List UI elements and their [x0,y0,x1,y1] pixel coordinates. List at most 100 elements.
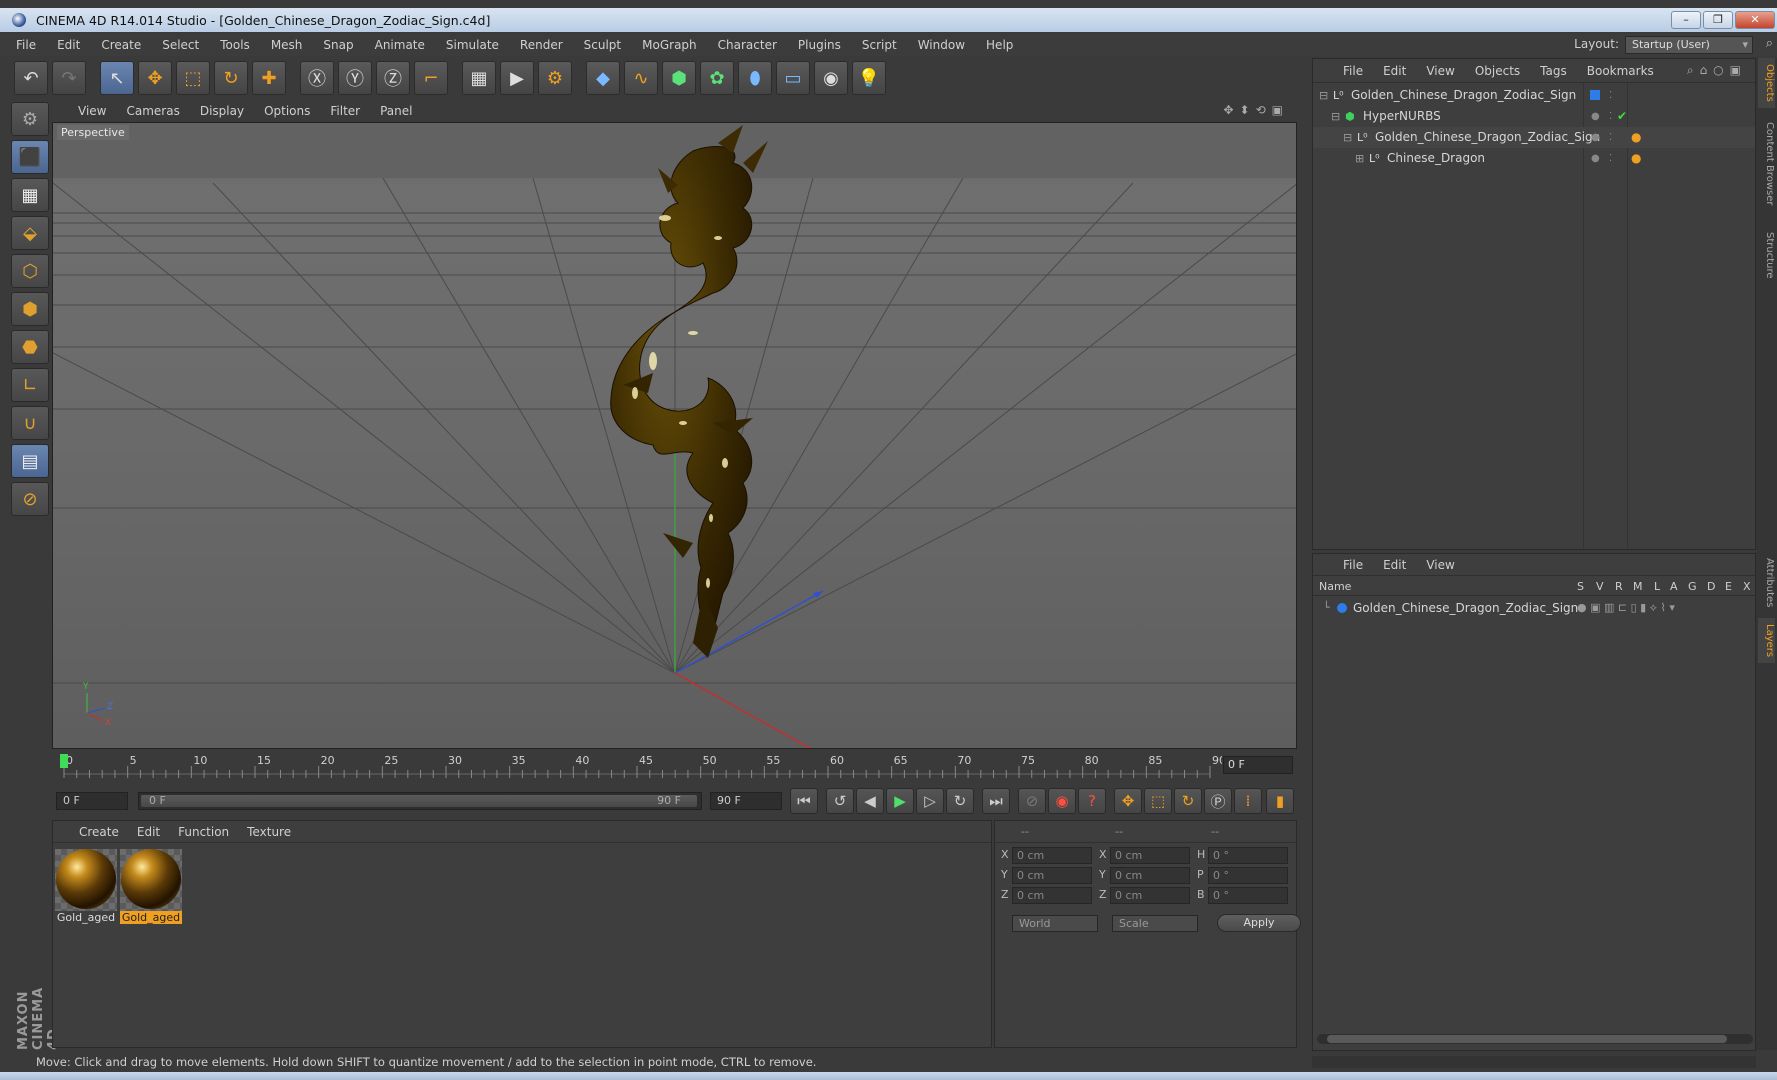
array-icon[interactable]: ✿ [700,61,734,95]
axis-mode-icon[interactable]: ∟ [11,368,49,402]
layer-col-view[interactable]: V [1596,580,1604,593]
light-icon[interactable]: 💡 [852,61,886,95]
tab-structure[interactable]: Structure [1758,226,1775,285]
rotate-icon[interactable]: ↻ [214,61,248,95]
visibility-dots[interactable]: ⁚ [1609,85,1612,106]
object-menu-objects[interactable]: Objects [1475,64,1520,78]
go-to-start-icon[interactable]: ⏮ [790,788,818,814]
menu-character[interactable]: Character [718,38,777,52]
size-x-field[interactable]: 0 cm [1110,847,1190,864]
position-z-field[interactable]: 0 cm [1012,887,1092,904]
timeline-playhead[interactable] [60,754,68,768]
visibility-dots[interactable]: ⁚ [1609,127,1612,148]
layer-menu-edit[interactable]: Edit [1383,558,1406,572]
menu-script[interactable]: Script [862,38,897,52]
layer-menu-file[interactable]: File [1343,558,1363,572]
position-y-field[interactable]: 0 cm [1012,867,1092,884]
x-axis-icon[interactable]: Ⓧ [300,61,334,95]
menu-render[interactable]: Render [520,38,563,52]
menu-simulate[interactable]: Simulate [446,38,499,52]
rotation-h-field[interactable]: 0 ° [1208,847,1288,864]
layer-col-xref[interactable]: X [1743,580,1751,593]
object-row[interactable]: ⊟ L⁰ Golden_Chinese_Dragon_Zodiac_Sign ⁚ [1313,85,1755,106]
object-menu-view[interactable]: View [1426,64,1454,78]
record-scale-icon[interactable]: ⬚ [1144,788,1172,814]
layer-col-generators[interactable]: G [1688,580,1697,593]
size-y-field[interactable]: 0 cm [1110,867,1190,884]
material-menu-texture[interactable]: Texture [247,825,291,839]
menu-tools[interactable]: Tools [220,38,250,52]
frame-range-slider[interactable]: 0 F 90 F [138,792,702,810]
timeline-ruler[interactable]: 051015202530354045505560657075808590 0 F [52,752,1297,782]
keyframe-selection-icon[interactable]: ? [1078,788,1106,814]
viewport-navigation-icons[interactable]: ✥⬍⟲▣ [1223,103,1289,117]
layer-horizontal-scrollbar[interactable] [1317,1034,1753,1044]
layer-color-dot[interactable] [1337,603,1347,613]
menu-create[interactable]: Create [101,38,141,52]
visibility-dots[interactable]: ⁚ [1609,106,1612,127]
z-axis-icon[interactable]: Ⓩ [376,61,410,95]
restore-button[interactable]: ❐ [1703,11,1733,29]
snap-icon[interactable]: ∪ [11,406,49,440]
menu-select[interactable]: Select [162,38,199,52]
layer-color-swatch[interactable] [1590,90,1600,100]
viewport-menu-display[interactable]: Display [200,104,244,118]
layer-col-name[interactable]: Name [1319,580,1351,593]
enabled-check-icon[interactable]: ✔ [1617,106,1627,127]
position-x-field[interactable]: 0 cm [1012,847,1092,864]
menu-plugins[interactable]: Plugins [798,38,841,52]
layout-select[interactable]: Startup (User) [1625,36,1753,54]
deformer-icon[interactable]: ⬮ [738,61,772,95]
menu-animate[interactable]: Animate [375,38,425,52]
menu-snap[interactable]: Snap [323,38,353,52]
record-keys-disabled-icon[interactable]: ⊘ [1018,788,1046,814]
visibility-dots[interactable]: ● [1591,106,1600,127]
menu-sculpt[interactable]: Sculpt [584,38,621,52]
cube-icon[interactable]: ◆ [586,61,620,95]
nurbs-icon[interactable]: ⬢ [662,61,696,95]
points-mode-icon[interactable]: ⬡ [11,254,49,288]
end-frame-field[interactable]: 90 F [710,792,782,810]
visibility-dots[interactable]: ● [1591,127,1600,148]
record-position-icon[interactable]: ✥ [1114,788,1142,814]
record-rotation-icon[interactable]: ↻ [1174,788,1202,814]
camera-icon[interactable]: ◉ [814,61,848,95]
viewport-menu-filter[interactable]: Filter [330,104,360,118]
previous-key-icon[interactable]: ↺ [826,788,854,814]
menu-window[interactable]: Window [918,38,965,52]
edit-render-settings-icon[interactable]: ⚙ [538,61,572,95]
floor-icon[interactable]: ▭ [776,61,810,95]
render-picture-viewer-icon[interactable]: ▶ [500,61,534,95]
layer-col-solo[interactable]: S [1577,580,1584,593]
collapse-icon[interactable]: ⊟ [1331,106,1340,127]
minimize-button[interactable]: – [1671,11,1701,29]
undo-icon[interactable]: ↶ [14,61,48,95]
size-z-field[interactable]: 0 cm [1110,887,1190,904]
object-manager-tools[interactable]: ⌕⌂○▣ [1687,63,1747,78]
viewport-menu-cameras[interactable]: Cameras [126,104,179,118]
viewport-menu-view[interactable]: View [78,104,106,118]
rotation-p-field[interactable]: 0 ° [1208,867,1288,884]
material-menu-function[interactable]: Function [178,825,229,839]
layer-menu-view[interactable]: View [1426,558,1454,572]
rotation-b-field[interactable]: 0 ° [1208,887,1288,904]
tab-layers[interactable]: Layers [1758,618,1775,664]
menu-edit[interactable]: Edit [57,38,80,52]
layer-col-deformers[interactable]: D [1707,580,1715,593]
redo-icon[interactable]: ↷ [52,61,86,95]
layer-col-expressions[interactable]: E [1725,580,1732,593]
current-frame-field[interactable]: 0 F [1223,756,1293,774]
viewport-label[interactable]: Perspective [57,125,129,140]
layer-toggle-icons[interactable]: ● ▣ ▥ ⊏ ▯ ▮ ⟡ ⌇ ▾ [1577,598,1675,618]
object-menu-edit[interactable]: Edit [1383,64,1406,78]
scrollbar-thumb[interactable] [1327,1035,1727,1043]
go-to-end-icon[interactable]: ⏭ [982,788,1010,814]
play-forward-icon[interactable]: ▶ [886,788,914,814]
workplane-lock-icon[interactable]: ▤ [11,444,49,478]
object-row[interactable]: ⊟ ⬢ HyperNURBS ● ⁚ ✔ [1313,106,1755,127]
spline-icon[interactable]: ∿ [624,61,658,95]
next-frame-icon[interactable]: ▷ [916,788,944,814]
visibility-dots[interactable]: ● [1591,148,1600,169]
material-menu-create[interactable]: Create [79,825,119,839]
material-tag-icon[interactable]: ● [1631,127,1641,148]
